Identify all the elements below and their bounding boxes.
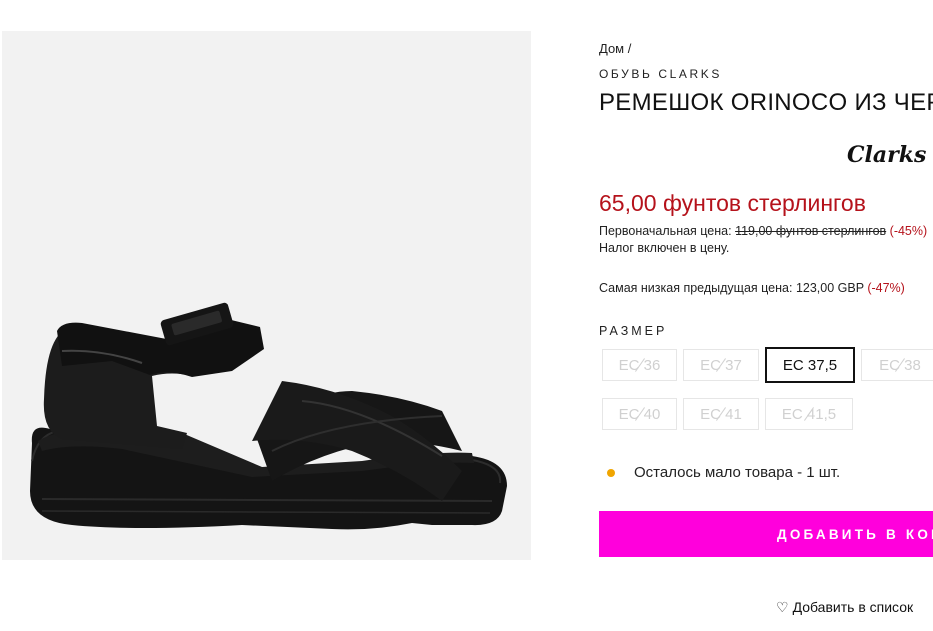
stock-text: Осталось мало товара - 1 шт. (634, 464, 841, 481)
tax-note: Налог включен в цену. (599, 241, 730, 255)
size-label: РАЗМЕР (599, 324, 668, 338)
product-title: РЕМЕШОК ORINOCO ИЗ ЧЕРНОЙ КОЖИ (599, 89, 933, 116)
size-option-ec-37[interactable]: EC 37 (683, 349, 759, 381)
sandal-image (30, 302, 507, 530)
current-price: 65,00 фунтов стерлингов (599, 190, 866, 216)
original-price: Первоначальная цена: 119,00 фунтов стерл… (599, 224, 927, 238)
clarks-logo[interactable]: Clarks (847, 138, 933, 172)
wishlist-label: Добавить в список (792, 599, 914, 615)
add-to-wishlist-button[interactable]: ♡ Добавить в список (776, 599, 913, 616)
size-option-ec-40[interactable]: EC 40 (602, 398, 677, 430)
lowest-price-value: 123,00 GBP (795, 281, 864, 295)
original-price-value: 119,00 фунтов стерлингов (735, 224, 887, 238)
size-option-ec-36[interactable]: EC 36 (602, 349, 677, 381)
lowest-discount: (-47%) (867, 281, 905, 295)
lowest-price-label: Самая низкая предыдущая цена: (599, 281, 793, 295)
brand-label[interactable]: ОБУВЬ CLARKS (599, 67, 722, 81)
original-discount: (-45%) (889, 224, 928, 238)
original-price-label: Первоначальная цена: (599, 224, 732, 238)
heart-outline-icon: ♡ (776, 599, 789, 615)
size-option-ec-41-5[interactable]: EC 41,5 (765, 398, 853, 430)
low-stock-indicator (607, 469, 615, 477)
product-info: Дом / ОБУВЬ CLARKS РЕМЕШОК ORINOCO ИЗ ЧЕ… (599, 0, 933, 631)
clarks-logo-text: Clarks (847, 142, 926, 168)
size-option-ec-38[interactable]: EC 38 (861, 349, 933, 381)
breadcrumb[interactable]: Дом / (599, 41, 631, 56)
size-option-ec-41[interactable]: EC 41 (683, 398, 759, 430)
product-image[interactable] (2, 31, 531, 560)
size-option-ec-37-5[interactable]: EC 37,5 (765, 347, 855, 383)
lowest-price: Самая низкая предыдущая цена: 123,00 GBP… (599, 281, 905, 295)
add-to-cart-button[interactable]: ДОБАВИТЬ В КОРЗИНУ (599, 511, 933, 557)
